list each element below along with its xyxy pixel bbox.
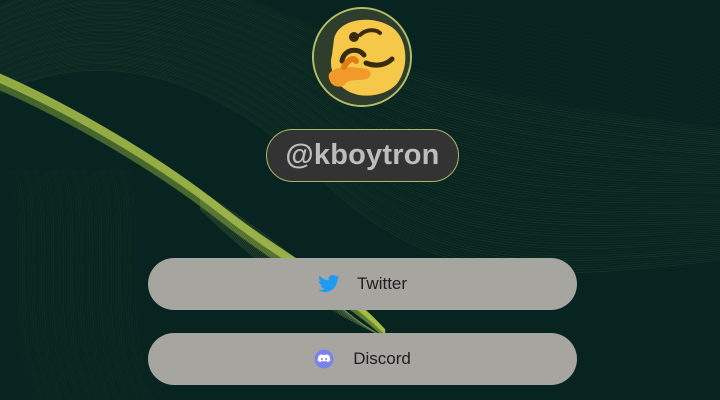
- twitter-bird-icon: [318, 275, 340, 293]
- profile-handle: @kboytron: [266, 129, 459, 182]
- thinking-blob-emoji-icon: [314, 9, 410, 105]
- twitter-link-label: Twitter: [356, 274, 408, 293]
- twitter-link-button[interactable]: Twitter: [148, 258, 577, 310]
- profile-avatar: [312, 7, 412, 107]
- discord-link-label: Discord: [353, 349, 411, 368]
- discord-icon: [314, 349, 334, 369]
- discord-link-button[interactable]: Discord: [148, 333, 577, 385]
